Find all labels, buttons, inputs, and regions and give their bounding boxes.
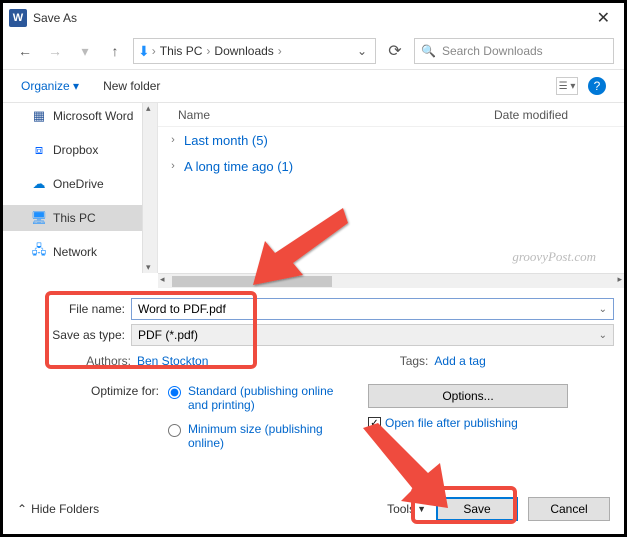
back-button[interactable]: ← — [13, 39, 37, 63]
tree-item-word[interactable]: ▦ Microsoft Word — [3, 103, 157, 129]
options-button[interactable]: Options... — [368, 384, 568, 408]
window-title: Save As — [33, 11, 589, 25]
forward-button[interactable]: → — [43, 39, 67, 63]
authors-value[interactable]: Ben Stockton — [137, 354, 208, 368]
cancel-button[interactable]: Cancel — [528, 497, 610, 521]
save-form: File name: Word to PDF.pdf ⌄ Save as typ… — [3, 288, 624, 454]
chevron-right-icon: › — [166, 134, 180, 146]
chevron-down-icon: ⌄ — [599, 330, 607, 341]
body: ▦ Microsoft Word ⧈ Dropbox ☁ OneDrive 🖥 … — [3, 103, 624, 273]
tree-item-dropbox[interactable]: ⧈ Dropbox — [3, 137, 157, 163]
savetype-label: Save as type: — [13, 328, 131, 342]
chevron-right-icon: › — [166, 160, 180, 172]
radio-standard[interactable]: Standard (publishing online and printing… — [163, 384, 338, 412]
filename-label: File name: — [13, 302, 131, 316]
authors-label: Authors: — [13, 354, 131, 368]
savetype-combo[interactable]: PDF (*.pdf) ⌄ — [131, 324, 614, 346]
optimize-label: Optimize for: — [13, 384, 163, 450]
chevron-down-icon: ▼ — [417, 504, 426, 514]
footer: ⌃ Hide Folders Tools ▼ Save Cancel — [3, 492, 624, 526]
toolbar: Organize ▾ New folder ☰ ▾ ? — [3, 69, 624, 103]
horizontal-scrollbar[interactable] — [158, 273, 624, 288]
file-list: Name Date modified › Last month (5) › A … — [158, 103, 624, 273]
watermark: groovyPost.com — [512, 249, 596, 265]
organize-menu[interactable]: Organize ▾ — [21, 79, 79, 93]
view-mode-button[interactable]: ☰ ▾ — [556, 77, 578, 95]
network-icon: 🖧 — [31, 244, 47, 260]
word-icon: ▦ — [31, 108, 47, 124]
up-button[interactable]: ↑ — [103, 39, 127, 63]
tags-value[interactable]: Add a tag — [434, 354, 485, 368]
refresh-button[interactable]: ⟳ — [382, 38, 408, 64]
open-after-checkbox[interactable]: ✓ Open file after publishing — [368, 416, 568, 430]
recent-dropdown[interactable]: ▾ — [73, 39, 97, 63]
column-headers[interactable]: Name Date modified — [158, 103, 624, 127]
column-date[interactable]: Date modified — [494, 108, 624, 122]
address-bar[interactable]: ⬇ › This PC › Downloads › ⌄ — [133, 38, 376, 64]
tags-label: Tags: — [388, 354, 428, 368]
breadcrumb-folder[interactable]: Downloads — [212, 44, 275, 58]
tools-menu[interactable]: Tools ▼ — [387, 502, 426, 516]
chevron-right-icon: › — [206, 44, 210, 58]
chevron-up-icon: ⌃ — [17, 502, 27, 516]
help-button[interactable]: ? — [588, 77, 606, 95]
breadcrumb-root[interactable]: This PC — [158, 44, 205, 58]
group-last-month[interactable]: › Last month (5) — [158, 127, 624, 153]
chevron-down-icon[interactable]: ⌄ — [599, 304, 607, 315]
tree-item-thispc[interactable]: 🖥 This PC — [3, 205, 157, 231]
onedrive-icon: ☁ — [31, 176, 47, 192]
hide-folders-button[interactable]: ⌃ Hide Folders — [17, 502, 99, 516]
filename-input[interactable]: Word to PDF.pdf ⌄ — [131, 298, 614, 320]
address-dropdown[interactable]: ⌄ — [353, 44, 371, 58]
word-icon: W — [9, 9, 27, 27]
tree-item-network[interactable]: 🖧 Network — [3, 239, 157, 265]
column-name[interactable]: Name — [178, 108, 494, 122]
group-long-time-ago[interactable]: › A long time ago (1) — [158, 153, 624, 179]
close-button[interactable]: ✕ — [589, 8, 618, 28]
titlebar: W Save As ✕ — [3, 3, 624, 33]
tree-item-onedrive[interactable]: ☁ OneDrive — [3, 171, 157, 197]
chevron-right-icon: › — [152, 44, 156, 58]
search-input[interactable]: 🔍 Search Downloads — [414, 38, 614, 64]
dropbox-icon: ⧈ — [31, 142, 47, 158]
search-icon: 🔍 — [421, 44, 436, 58]
new-folder-button[interactable]: New folder — [103, 79, 160, 93]
save-as-dialog: W Save As ✕ ← → ▾ ↑ ⬇ › This PC › Downlo… — [0, 0, 627, 537]
nav-tree: ▦ Microsoft Word ⧈ Dropbox ☁ OneDrive 🖥 … — [3, 103, 158, 273]
chevron-right-icon: › — [278, 44, 282, 58]
radio-minimum[interactable]: Minimum size (publishing online) — [163, 422, 338, 450]
search-placeholder: Search Downloads — [442, 44, 543, 58]
download-folder-icon: ⬇ — [138, 43, 150, 60]
save-button[interactable]: Save — [436, 497, 518, 521]
pc-icon: 🖥 — [31, 210, 47, 226]
navbar: ← → ▾ ↑ ⬇ › This PC › Downloads › ⌄ ⟳ 🔍 … — [3, 33, 624, 69]
checkbox-icon: ✓ — [368, 417, 381, 430]
tree-scrollbar[interactable] — [142, 103, 157, 273]
